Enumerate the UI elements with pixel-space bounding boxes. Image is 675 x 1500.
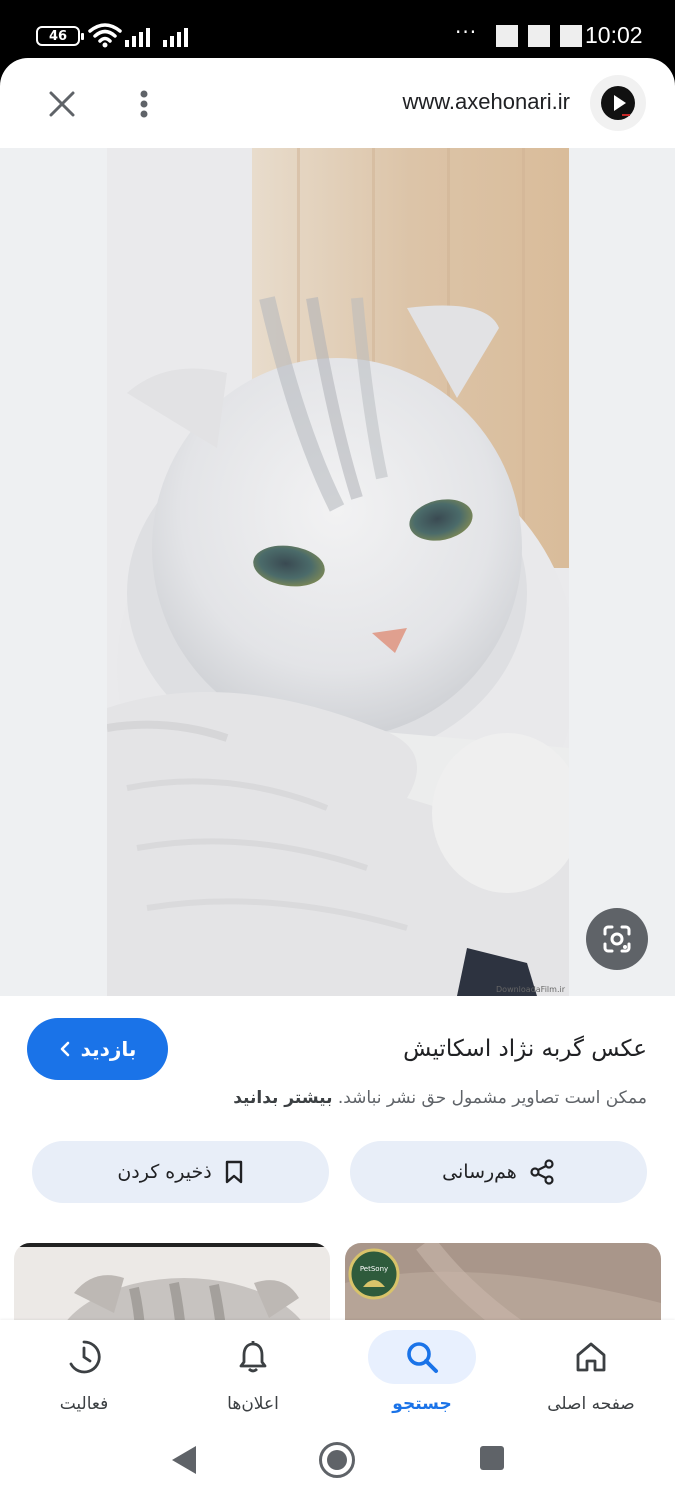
site-favicon	[590, 75, 646, 131]
site-url[interactable]: www.axehonari.ir	[402, 89, 570, 115]
save-button[interactable]: ذخیره کردن	[32, 1141, 329, 1203]
battery-icon: 46	[36, 26, 84, 46]
lens-icon	[603, 925, 631, 953]
bottom-navigation: فعالیت اعلان‌ها جستجو	[0, 1320, 675, 1440]
more-options-button[interactable]	[122, 82, 166, 126]
result-title: عکس گربه نژاد اسکاتیش	[403, 1036, 647, 1062]
more-vert-icon	[140, 90, 148, 118]
nav-icon-container	[199, 1330, 307, 1384]
copyright-text: ممکن است تصاویر مشمول حق نشر نباشد.	[337, 1088, 647, 1108]
share-label: هم‌رسانی	[442, 1161, 517, 1183]
clock: 10:02	[585, 22, 643, 48]
nav-home[interactable]: صفحه اصلی	[507, 1320, 675, 1440]
visit-label: بازدید	[80, 1037, 137, 1061]
nav-label: اعلان‌ها	[227, 1394, 279, 1414]
bell-icon	[239, 1341, 267, 1373]
cat-photo	[107, 148, 569, 996]
notification-icon	[560, 25, 582, 47]
nav-notifications[interactable]: اعلان‌ها	[169, 1320, 337, 1440]
activity-icon	[69, 1340, 101, 1374]
nav-icon-container	[30, 1330, 138, 1384]
lens-button[interactable]	[586, 908, 648, 970]
save-label: ذخیره کردن	[117, 1161, 212, 1183]
image-viewer-sheet: www.axehonari.ir DownloadaFilm.ir بازدید…	[0, 58, 675, 1500]
image-stage: DownloadaFilm.ir	[0, 148, 675, 996]
play-icon	[601, 86, 635, 120]
nav-icon-container	[368, 1330, 476, 1384]
search-icon	[407, 1342, 438, 1373]
home-button[interactable]	[319, 1442, 355, 1478]
related-badge-text: PetSony	[360, 1265, 388, 1273]
visit-button[interactable]: بازدید	[27, 1018, 168, 1080]
copyright-notice: ممکن است تصاویر مشمول حق نشر نباشد. بیشت…	[233, 1088, 647, 1108]
back-icon[interactable]	[170, 1444, 198, 1476]
close-button[interactable]	[40, 82, 84, 126]
preview-image[interactable]: DownloadaFilm.ir	[107, 148, 569, 996]
image-watermark: DownloadaFilm.ir	[496, 985, 565, 994]
share-button[interactable]: هم‌رسانی	[350, 1141, 647, 1203]
notification-icon	[496, 25, 518, 47]
nav-activity[interactable]: فعالیت	[0, 1320, 168, 1440]
viewer-toolbar: www.axehonari.ir	[0, 58, 675, 148]
nav-label: جستجو	[392, 1394, 452, 1414]
nav-icon-container	[537, 1330, 645, 1384]
bookmark-icon	[225, 1160, 242, 1184]
recents-button[interactable]	[480, 1446, 504, 1470]
system-navigation	[0, 1440, 675, 1500]
nav-search[interactable]: جستجو	[338, 1320, 506, 1440]
battery-level: 46	[48, 28, 68, 44]
signal-icon	[125, 28, 150, 47]
close-icon	[49, 91, 75, 117]
nav-label: صفحه اصلی	[547, 1394, 635, 1414]
nav-label: فعالیت	[59, 1394, 109, 1414]
share-icon	[530, 1159, 554, 1185]
chevron-left-icon	[60, 1041, 69, 1057]
overflow-dots: ···	[455, 20, 478, 44]
wifi-icon	[88, 23, 122, 48]
home-icon	[576, 1342, 606, 1372]
signal-icon	[163, 28, 188, 47]
notification-icon	[528, 25, 550, 47]
learn-more-link[interactable]: بیشتر بدانید	[233, 1088, 332, 1108]
